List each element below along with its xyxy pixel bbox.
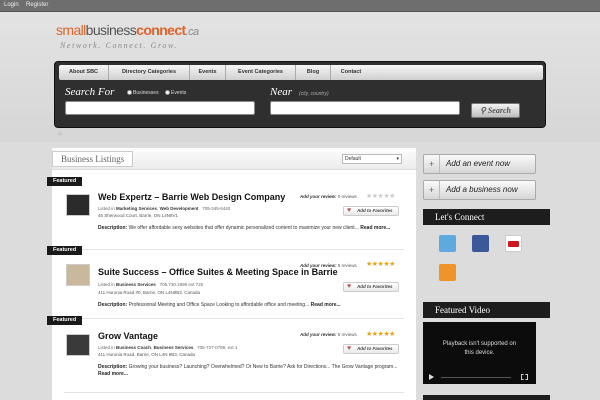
featured-video-heading: Featured Video [423, 302, 550, 318]
featured-ribbon: Featured [47, 177, 83, 186]
twitter-icon[interactable] [439, 235, 456, 252]
nav-about-sbc[interactable]: About SBC [59, 65, 109, 80]
read-more-link[interactable]: Read more... [360, 225, 390, 231]
search-input[interactable] [65, 101, 255, 115]
nav-events[interactable]: Events [190, 65, 226, 80]
plus-icon: + [424, 181, 440, 199]
search-button[interactable]: ⚲ Search [471, 103, 520, 118]
rss-icon[interactable] [439, 264, 456, 281]
listings-title: Business Listings [52, 151, 134, 167]
listing-categories: Listed in Business Services 705.730.1999… [98, 282, 204, 287]
near-input[interactable] [270, 101, 460, 115]
site-logo[interactable]: smallbusinessconnect.ca [56, 22, 199, 38]
site-tagline: Network. Connect. Grow. [60, 41, 178, 50]
search-for-label: Search For [65, 86, 115, 98]
youtube-icon[interactable] [505, 235, 522, 252]
read-more-link[interactable]: Read more... [98, 371, 128, 377]
listing-description: Description: We offer affordable sexy we… [98, 225, 391, 231]
divider [64, 249, 404, 250]
listing-title[interactable]: Web Expertz – Barrie Web Design Company [98, 192, 285, 202]
featured-ribbon: Featured [47, 246, 83, 255]
facebook-icon[interactable] [472, 235, 489, 252]
top-bar: Login Register [0, 0, 600, 12]
divider [64, 392, 404, 393]
listing-description: Description: Growing your business? Laun… [98, 364, 398, 377]
sort-select[interactable]: Default ▾ [342, 154, 402, 164]
divider [64, 318, 404, 319]
listing-categories: Listed in Marketing Services, Web Develo… [98, 206, 231, 211]
listing-thumbnail[interactable] [66, 194, 90, 216]
near-label: Near [270, 86, 292, 98]
radio-businesses[interactable]: Businesses [127, 90, 159, 96]
video-unsupported-message: Playback isn't supported on this device. [442, 341, 517, 356]
add-to-favorites-button[interactable]: ♥ Add to Favorites [343, 344, 399, 354]
star-rating[interactable]: ★★★★★ [366, 193, 395, 200]
read-more-link[interactable]: Read more... [311, 302, 341, 308]
radio-events[interactable]: Events [165, 90, 186, 96]
listing-title[interactable]: Grow Vantage [98, 331, 158, 341]
radio-dot [165, 90, 170, 96]
nav-contact[interactable]: Contact [331, 65, 371, 80]
star-rating[interactable]: ★★★★★ [366, 331, 395, 338]
featured-ribbon: Featured [47, 316, 83, 325]
add-to-favorites-button[interactable]: ♥ Add to Favorites [343, 282, 399, 292]
near-hint: (city, country) [299, 91, 329, 97]
add-to-favorites-button[interactable]: ♥ Add to Favorites [343, 206, 399, 216]
youtube-logo-mark [508, 241, 519, 247]
listing-thumbnail[interactable] [66, 264, 90, 286]
play-icon[interactable] [429, 374, 434, 380]
search-icon: ⚲ [480, 106, 486, 115]
login-link[interactable]: Login [4, 2, 19, 8]
listing-address: 411 Huronia Road, Barrie, ON L4N 9B3, Ca… [98, 352, 195, 357]
fullscreen-icon[interactable] [521, 374, 528, 380]
register-link[interactable]: Register [26, 2, 48, 8]
review-count[interactable]: Add your review: 5 reviews [300, 332, 357, 337]
business-listings: Business Listings Default ▾ Featured Web … [47, 148, 416, 400]
featured-video-player[interactable]: Playback isn't supported on this device. [423, 322, 536, 384]
plus-icon: + [424, 155, 440, 173]
add-business-button[interactable]: + Add a business now [423, 180, 536, 200]
video-progress-bar[interactable] [441, 377, 511, 378]
review-count[interactable]: Add your review: 0 reviews [300, 194, 357, 199]
nav-directory-categories[interactable]: Directory Categories [109, 65, 190, 80]
heart-icon: ♥ [347, 207, 352, 214]
listing-title[interactable]: Suite Success – Office Suites & Meeting … [98, 267, 338, 277]
lets-connect-heading: Let's Connect [423, 209, 550, 225]
listing-thumbnail[interactable] [66, 334, 90, 356]
star-rating[interactable]: ★★★★★ [366, 261, 395, 268]
listing-description: Description: Professional Meeting and Of… [98, 302, 341, 308]
radio-dot [127, 90, 132, 96]
listing-address: 411 Huronia Road #0, Barrie, ON L4N9B3, … [98, 290, 200, 295]
heart-icon: ♥ [347, 283, 352, 290]
main-nav: About SBC Directory Categories Events Ev… [59, 65, 543, 80]
review-count[interactable]: Add your review: 5 reviews [300, 263, 357, 268]
sidebar-footer-bar [423, 395, 550, 400]
chevron-down-icon: ▾ [396, 156, 399, 162]
listing-address: 46 Sherwood Court, Barrie, ON L4N8V1 [98, 213, 179, 218]
nav-blog[interactable]: Blog [296, 65, 331, 80]
listings-header: Business Listings Default ▾ [52, 148, 416, 170]
heart-icon: ♥ [347, 345, 352, 352]
home-icon[interactable]: ⌂ [58, 131, 62, 137]
add-event-button[interactable]: + Add an event now [423, 154, 536, 174]
nav-event-categories[interactable]: Event Categories [226, 65, 296, 80]
listing-categories: Listed in Business Coach, Business Servi… [98, 345, 238, 350]
